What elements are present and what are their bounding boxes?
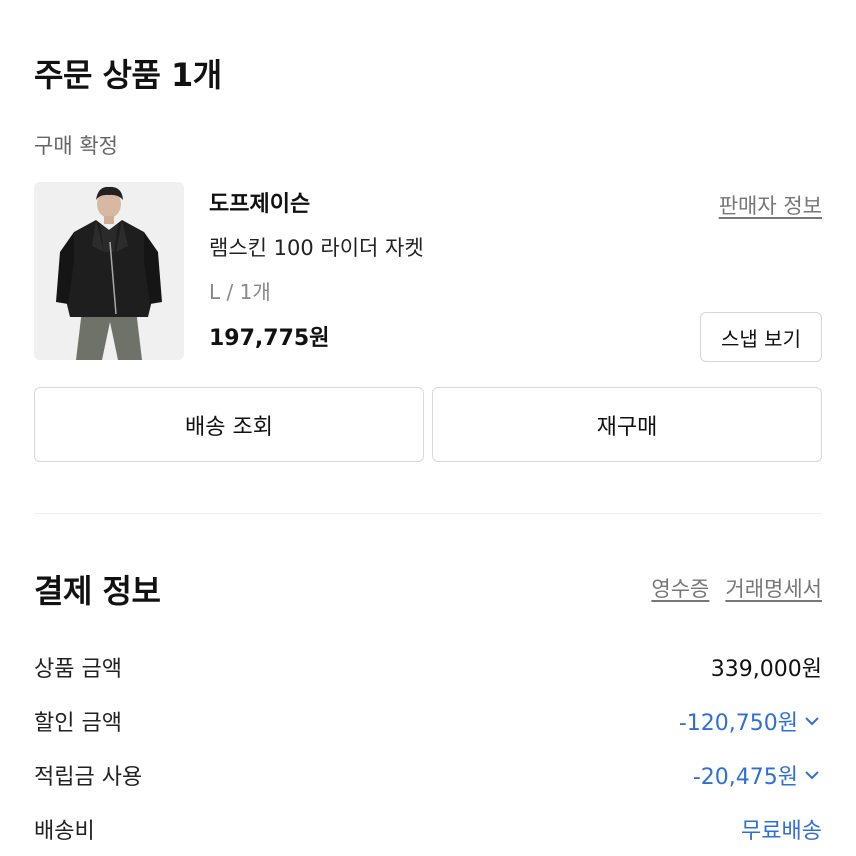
- product-thumbnail[interactable]: [34, 182, 184, 360]
- section-divider: [34, 513, 822, 514]
- order-section-title: 주문 상품 1개: [34, 56, 222, 94]
- product-amount-value: 339,000원: [711, 651, 822, 683]
- snap-view-button[interactable]: 스냅 보기: [700, 312, 822, 362]
- discount-amount-text: -120,750원: [678, 711, 798, 736]
- chevron-down-icon: [805, 717, 819, 726]
- discount-amount-toggle[interactable]: -120,750원: [679, 705, 822, 737]
- discount-amount-label: 할인 금액: [34, 711, 122, 736]
- statement-link[interactable]: 거래명세서: [725, 573, 822, 603]
- receipt-link[interactable]: 영수증: [651, 573, 709, 603]
- shipping-fee-text: 무료배송: [741, 819, 822, 844]
- seller-info-link[interactable]: 판매자 정보: [719, 190, 822, 220]
- product-option: L / 1개: [209, 280, 271, 304]
- points-used-toggle[interactable]: -20,475원: [693, 759, 822, 791]
- points-used-label: 적립금 사용: [34, 765, 143, 790]
- payment-section-title: 결제 정보: [34, 572, 161, 610]
- order-status: 구매 확정: [34, 134, 118, 158]
- track-delivery-button[interactable]: 배송 조회: [34, 387, 424, 462]
- product-amount-label: 상품 금액: [34, 657, 122, 682]
- shipping-fee-value: 무료배송: [741, 813, 822, 845]
- points-used-text: -20,475원: [692, 765, 798, 790]
- product-amount-text: 339,000원: [710, 657, 822, 682]
- payment-document-links: 영수증 거래명세서: [651, 573, 822, 603]
- product-price: 197,775원: [209, 326, 330, 351]
- shipping-fee-label: 배송비: [34, 819, 95, 844]
- product-name[interactable]: 램스킨 100 라이더 자켓: [209, 232, 424, 262]
- chevron-down-icon: [805, 771, 819, 780]
- rebuy-button[interactable]: 재구매: [432, 387, 822, 462]
- brand-name[interactable]: 도프제이슨: [209, 186, 310, 218]
